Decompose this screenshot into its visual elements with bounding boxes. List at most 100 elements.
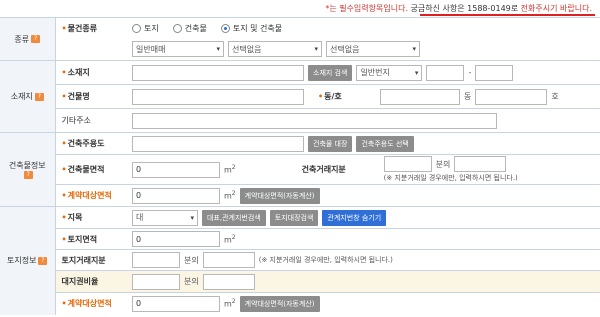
required-mark: • <box>318 92 324 101</box>
required-mark: • <box>61 213 67 222</box>
ho-input[interactable] <box>475 88 548 105</box>
building-name-label-text: 건물명 <box>67 92 90 101</box>
trade-type-value: 일반매매 <box>136 44 166 54</box>
land-share-numerator-input[interactable] <box>202 252 255 268</box>
section-location: 소재지? <box>0 60 56 133</box>
parcel-search-button[interactable]: 대표,관계지번검색 <box>202 209 266 226</box>
dong-ho-label-text: 동/호 <box>324 92 342 101</box>
building-contract-area-input[interactable] <box>132 187 220 204</box>
chevron-down-icon: ▾ <box>314 45 318 54</box>
building-area-label-text: 건축물면적 <box>67 165 105 174</box>
required-mark: • <box>61 191 67 200</box>
land-right-ratio-numerator-input[interactable] <box>202 273 255 290</box>
address-input[interactable] <box>132 64 304 81</box>
subtype-select-1[interactable]: 선택없음 ▾ <box>228 41 322 58</box>
section-type-label: 종류 <box>14 34 30 44</box>
lot-main-number-input[interactable] <box>426 64 465 81</box>
building-usage-select-button[interactable]: 건축주용도 선택 <box>356 135 414 152</box>
land-category-select[interactable]: 대 ▾ <box>132 209 198 226</box>
building-name-input[interactable] <box>132 88 304 105</box>
land-category-value: 대 <box>136 213 144 222</box>
lot-separator: - <box>468 68 472 77</box>
radio-circle <box>132 23 141 33</box>
building-contract-area-label: •계약대상면적 <box>55 184 130 207</box>
section-land: 토지정보? <box>0 206 56 315</box>
land-auto-calc-button[interactable]: 계약대상면적(자동계산) <box>239 295 320 312</box>
notice-suffix: 전화주시기 바랍니다. <box>518 4 592 13</box>
subtype-select-2[interactable]: 선택없음 ▾ <box>326 41 420 58</box>
subtype-2-value: 선택없음 <box>330 44 360 54</box>
building-share-denominator-input[interactable] <box>383 156 432 172</box>
required-mark: • <box>61 165 67 174</box>
land-share-denominator-input[interactable] <box>132 252 180 268</box>
building-usage-label: •건축주용도 <box>55 132 130 155</box>
land-right-ratio-label: 대지권비율 <box>55 270 130 293</box>
area-unit: m2 <box>224 190 236 201</box>
land-category-label: •지목 <box>55 206 130 229</box>
section-location-label: 소재지 <box>10 92 33 101</box>
land-area-label-text: 토지면적 <box>67 234 98 244</box>
lot-type-select[interactable]: 일반번지 ▾ <box>356 64 423 81</box>
required-mark: • <box>61 299 67 309</box>
unit-sup: 2 <box>231 164 236 172</box>
area-unit: m2 <box>224 298 236 309</box>
radio-circle-selected <box>220 23 230 33</box>
dong-input[interactable] <box>380 88 460 105</box>
notice-highlight: 궁금하신 사항은 1588-0149로 <box>410 4 519 13</box>
chevron-down-icon: ▾ <box>216 45 220 54</box>
building-usage-input[interactable] <box>132 135 304 152</box>
land-area-label: •토지면적 <box>55 228 130 250</box>
unit-m: m <box>224 235 232 245</box>
area-unit: m2 <box>224 234 236 245</box>
building-auto-calc-button[interactable]: 계약대상면적(자동계산) <box>239 187 320 204</box>
land-category-label-text: 지목 <box>67 213 83 222</box>
share-separator: 분의 <box>435 159 451 169</box>
address-label: •소재지 <box>55 60 130 85</box>
building-name-label: •건물명 <box>55 84 130 109</box>
chevron-down-icon: ▾ <box>412 45 416 54</box>
notice-prefix: *는 필수입력항목입니다. <box>325 4 411 13</box>
land-area-input[interactable] <box>132 231 220 247</box>
area-unit: m2 <box>224 164 236 175</box>
building-share-label: 건축거래지분 <box>301 165 346 174</box>
help-icon[interactable]: ? <box>31 35 41 43</box>
hide-parcel-window-button[interactable]: 관계지번창 숨기기 <box>322 209 387 226</box>
dong-unit: 동 <box>464 92 472 101</box>
land-share-label: 토지거래지분 <box>55 249 130 271</box>
share-separator: 분의 <box>184 255 199 265</box>
required-mark: • <box>61 68 67 77</box>
land-contract-area-input[interactable] <box>132 295 220 312</box>
section-building: 건축물정보? <box>0 132 56 207</box>
required-mark: • <box>61 234 67 244</box>
subtype-1-value: 선택없음 <box>232 44 262 54</box>
dong-ho-label: •동/호 <box>318 91 376 102</box>
unit-sup: 2 <box>231 233 236 241</box>
building-area-label: •건축물면적 <box>55 154 130 185</box>
help-icon[interactable]: ? <box>38 256 48 265</box>
building-contract-area-label-text: 계약대상면적 <box>67 191 112 200</box>
radio-land-and-building[interactable]: 토지 및 건축물 <box>220 23 282 34</box>
radio-building[interactable]: 건축물 <box>172 23 207 34</box>
land-right-ratio-denominator-input[interactable] <box>132 273 180 290</box>
radio-circle <box>172 23 182 33</box>
trade-type-select[interactable]: 일반매매 ▾ <box>132 41 224 58</box>
radio-land[interactable]: 토지 <box>132 23 159 34</box>
lot-sub-number-input[interactable] <box>475 64 514 81</box>
notice-underline <box>420 14 595 16</box>
land-ledger-search-button[interactable]: 토지대장검색 <box>269 209 319 226</box>
address-search-button[interactable]: 소재지 검색 <box>308 64 353 81</box>
land-share-note: (※ 지분거래일 경우에만, 입력하시면 됩니다.) <box>258 256 393 264</box>
building-ledger-button[interactable]: 건축물 대장 <box>308 135 353 152</box>
radio-land-label: 토지 <box>144 23 159 33</box>
building-area-input[interactable] <box>132 161 220 178</box>
unit-m: m <box>224 191 232 201</box>
help-icon[interactable]: ? <box>34 92 44 101</box>
unit-m: m <box>224 165 232 175</box>
section-building-label: 건축물정보 <box>8 160 46 170</box>
section-land-label: 토지정보 <box>7 256 37 266</box>
other-address-input[interactable] <box>132 112 497 129</box>
building-share-numerator-input[interactable] <box>454 156 507 172</box>
required-notice: *는 필수입력항목입니다. 궁금하신 사항은 1588-0149로 전화주시기 … <box>325 3 592 14</box>
unit-m: m <box>224 300 232 310</box>
help-icon[interactable]: ? <box>23 171 33 179</box>
